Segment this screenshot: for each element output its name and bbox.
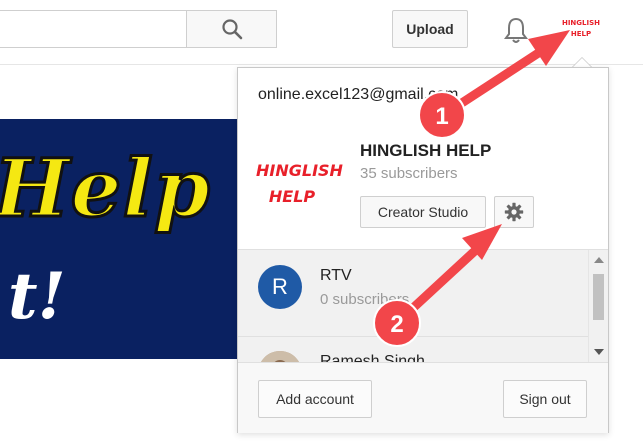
notifications-bell-icon[interactable] [500,14,532,46]
channel-banner-image: Help t! [0,119,237,359]
gear-icon [504,202,524,222]
banner-text-help: Help [0,140,211,237]
account-name: RTV [320,267,352,284]
upload-button[interactable]: Upload [392,10,468,48]
account-list-item[interactable]: Ramesh Singh [238,336,588,362]
account-menu-popup: online.excel123@gmail.com HINGLISH HELP … [237,67,609,433]
account-list-item[interactable]: R RTV 0 subscribers [238,250,588,336]
search-input[interactable] [0,10,186,48]
scroll-down-arrow-icon[interactable] [594,349,604,355]
search-button[interactable] [186,10,277,48]
accounts-scrollbar[interactable] [588,250,608,362]
scroll-up-arrow-icon[interactable] [594,257,604,263]
account-name: Ramesh Singh [320,353,425,362]
channel-subscribers: 35 subscribers [360,165,458,182]
creator-studio-button[interactable]: Creator Studio [360,196,486,228]
account-email: online.excel123@gmail.com [258,86,459,103]
masthead: Upload HINGLISH HELP [0,0,643,65]
avatar: R [258,265,302,309]
avatar-logo-line1: HINGLISH [561,19,601,27]
search-icon [221,19,242,40]
scrollbar-thumb[interactable] [593,274,604,320]
accounts-list: R RTV 0 subscribers Ramesh Singh [238,249,608,362]
sign-out-button[interactable]: Sign out [503,380,587,418]
account-avatar-button[interactable]: HINGLISH HELP [556,18,606,40]
channel-logo: HINGLISH HELP [256,158,343,210]
channel-logo-line2: HELP [268,187,316,206]
channel-name: HINGLISH HELP [360,141,492,160]
settings-button[interactable] [494,196,534,228]
channel-logo-line1: HINGLISH [256,161,343,180]
avatar [258,351,302,362]
add-account-button[interactable]: Add account [258,380,372,418]
account-subscribers: 0 subscribers [320,291,410,308]
banner-text-exclaim: t! [8,259,66,334]
person-photo-icon [258,351,302,362]
avatar-logo-line2: HELP [570,30,592,38]
account-menu-footer: Add account Sign out [238,362,608,433]
